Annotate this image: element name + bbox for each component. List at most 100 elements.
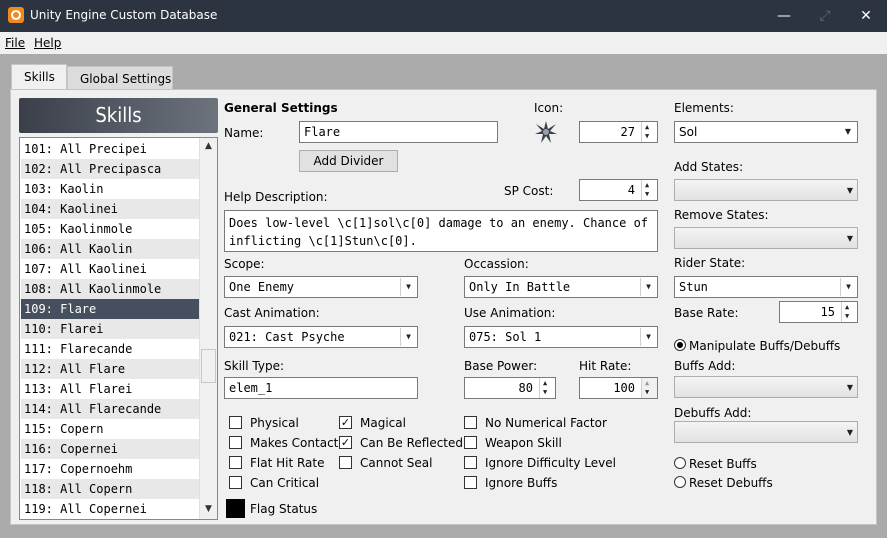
flat-hit-rate-checkbox[interactable] [229,456,242,469]
list-item[interactable]: 109: Flare [21,299,201,319]
reset-debuffs-label: Reset Debuffs [689,476,773,490]
reset-debuffs-radio[interactable] [674,476,686,488]
ignore-difficulty-checkbox[interactable] [464,456,477,469]
list-item[interactable]: 118: All Copern [21,479,201,499]
rider-state-select[interactable]: Stun ▼ [674,276,858,298]
scroll-up-icon[interactable]: ▲ [200,138,217,155]
can-critical-checkbox[interactable] [229,476,242,489]
cast-animation-select[interactable]: 021: Cast Psyche ▼ [224,326,418,348]
hit-rate-stepper[interactable]: 100 ▲ ▼ [579,377,658,399]
list-item[interactable]: 110: Flarei [21,319,201,339]
scroll-down-icon[interactable]: ▼ [200,501,217,518]
cannot-seal-checkbox[interactable] [339,456,352,469]
help-line-2: inflicting \c[1]Stun\c[0]. [229,234,417,248]
physical-checkbox[interactable] [229,416,242,429]
ignore-difficulty-label: Ignore Difficulty Level [485,456,616,470]
scope-select[interactable]: One Enemy ▼ [224,276,418,298]
list-item[interactable]: 116: Copernei [21,439,201,459]
remove-states-label: Remove States: [674,208,769,222]
list-item[interactable]: 117: Copernoehm [21,459,201,479]
icon-stepper-arrows[interactable]: ▲ ▼ [641,122,657,142]
name-label: Name: [224,126,264,140]
icon-label: Icon: [534,101,564,115]
icon-index-stepper[interactable]: 27 ▲ ▼ [579,121,658,143]
base-rate-stepper[interactable]: 15 ▲ ▼ [779,301,858,323]
tab-global-settings[interactable]: Global Settings [67,66,173,90]
hit-rate-arrows[interactable]: ▲ ▼ [641,378,657,398]
add-states-select[interactable]: ▼ [674,179,858,201]
weapon-skill-checkbox[interactable] [464,436,477,449]
add-divider-button[interactable]: Add Divider [299,150,398,172]
tab-skills[interactable]: Skills [11,64,67,91]
debuffs-add-label: Debuffs Add: [674,406,752,420]
sp-cost-arrows[interactable]: ▲ ▼ [641,180,657,200]
list-item[interactable]: 119: All Copernei [21,499,201,519]
skill-list[interactable]: 101: All Precipei 102: All Precipasca 103:… [19,137,218,520]
chevron-down-icon: ▼ [400,328,416,346]
minimize-button[interactable]: — [772,4,796,28]
base-rate-arrows[interactable]: ▲ ▼ [841,302,857,322]
maximize-button[interactable]: ⤢ [813,4,837,28]
weapon-skill-label: Weapon Skill [485,436,562,450]
no-numerical-factor-checkbox[interactable] [464,416,477,429]
list-item[interactable]: 101: All Precipei [21,139,201,159]
base-power-stepper[interactable]: 80 ▲ ▼ [464,377,556,399]
menu-help[interactable]: Help [34,36,61,50]
use-animation-value: 075: Sol 1 [469,330,542,344]
name-input[interactable]: Flare [299,121,498,143]
can-critical-label: Can Critical [250,476,320,490]
can-be-reflected-label: Can Be Reflected [360,436,464,450]
makes-contact-checkbox[interactable] [229,436,242,449]
elements-label: Elements: [674,101,734,115]
skill-type-input[interactable]: elem_1 [224,377,418,399]
use-animation-select[interactable]: 075: Sol 1 ▼ [464,326,658,348]
occasion-select[interactable]: Only In Battle ▼ [464,276,658,298]
menu-help-label: Help [34,36,62,50]
occasion-value: Only In Battle [469,280,571,294]
ignore-buffs-label: Ignore Buffs [485,476,558,490]
hit-rate-label: Hit Rate: [579,359,632,373]
magical-label: Magical [360,416,406,430]
can-be-reflected-checkbox[interactable]: ✓ [339,436,352,449]
list-item[interactable]: 105: Kaolinmole [21,219,201,239]
ignore-buffs-checkbox[interactable] [464,476,477,489]
menu-file[interactable]: File [5,36,25,50]
help-description-textarea[interactable]: Does low-level \c[1]sol\c[0] damage to a… [224,210,658,252]
sp-cost-value: 4 [627,183,635,197]
scroll-thumb[interactable] [201,349,216,383]
close-button[interactable]: ✕ [854,4,878,28]
list-item[interactable]: 102: All Precipasca [21,159,201,179]
menu-file-label: File [5,36,26,50]
base-power-arrows[interactable]: ▲ ▼ [539,378,555,398]
list-item[interactable]: 104: Kaolinei [21,199,201,219]
list-item[interactable]: 106: All Kaolin [21,239,201,259]
list-item[interactable]: 115: Copern [21,419,201,439]
magical-checkbox[interactable]: ✓ [339,416,352,429]
list-item[interactable]: 107: All Kaolinei [21,259,201,279]
elements-select[interactable]: Sol ▼ [674,121,858,143]
reset-buffs-radio[interactable] [674,457,686,469]
list-item[interactable]: 103: Kaolin [21,179,201,199]
skill-icon-preview[interactable] [534,120,558,144]
list-item[interactable]: 113: All Flarei [21,379,201,399]
reset-buffs-label: Reset Buffs [689,457,757,471]
burst-icon [535,121,557,143]
chevron-down-icon: ▼ [846,234,853,243]
flag-status-color-swatch[interactable] [226,499,245,518]
buffs-add-select[interactable]: ▼ [674,376,858,398]
chevron-down-icon: ▼ [846,428,853,437]
no-numerical-factor-label: No Numerical Factor [485,416,607,430]
list-item[interactable]: 111: Flarecande [21,339,201,359]
remove-states-select[interactable]: ▼ [674,227,858,249]
debuffs-add-select[interactable]: ▼ [674,421,858,443]
list-item[interactable]: 108: All Kaolinmole [21,279,201,299]
manipulate-buffs-radio[interactable] [674,339,686,351]
list-scrollbar[interactable]: ▲ ▼ [199,138,217,519]
use-animation-label: Use Animation: [464,306,556,320]
base-power-label: Base Power: [464,359,538,373]
chevron-down-icon: ▼ [846,383,853,392]
cannot-seal-label: Cannot Seal [360,456,433,470]
list-item[interactable]: 112: All Flare [21,359,201,379]
sp-cost-stepper[interactable]: 4 ▲ ▼ [579,179,658,201]
list-item[interactable]: 114: All Flarecande [21,399,201,419]
